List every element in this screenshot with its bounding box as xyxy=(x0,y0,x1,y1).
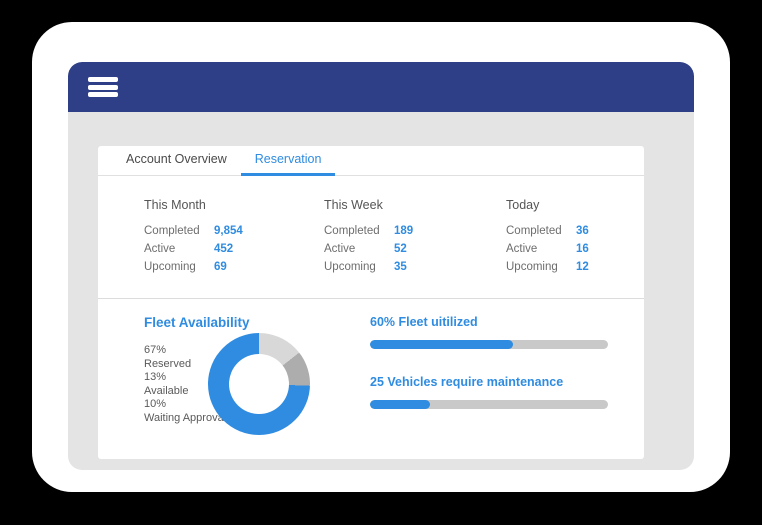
stat-label: Active xyxy=(506,243,538,255)
menu-line xyxy=(88,77,118,82)
tab-reservation[interactable]: Reservation xyxy=(240,152,336,176)
fleet-donut-chart xyxy=(208,333,310,435)
app-screen: Account Overview Reservation This Month … xyxy=(68,62,694,470)
stat-group-title: Today xyxy=(506,198,540,212)
stat-value: 9,854 xyxy=(214,225,243,237)
progress-block-fleet-utilized: 60% Fleet uitilized xyxy=(370,315,608,349)
fleet-availability-section: Fleet Availability 67% Reserved 13% Avai… xyxy=(98,299,644,435)
progress-label: 60% Fleet uitilized xyxy=(370,315,478,329)
progress-label: 25 Vehicles require maintenance xyxy=(370,375,564,389)
stat-label: Completed xyxy=(144,225,200,237)
stats-row: This Month Completed 9,854 Active 452 Up… xyxy=(98,176,644,299)
stat-value: 16 xyxy=(576,243,589,255)
stat-label: Upcoming xyxy=(144,261,196,273)
donut-center-hole xyxy=(229,354,289,414)
stat-group-title: This Week xyxy=(324,198,383,212)
stat-row: Upcoming 12 xyxy=(506,261,644,273)
progress-fill-maintenance xyxy=(370,400,430,409)
progress-fill-utilized xyxy=(370,340,513,349)
stat-row: Upcoming 35 xyxy=(324,261,462,273)
tab-bar: Account Overview Reservation xyxy=(98,146,644,176)
stat-row: Upcoming 69 xyxy=(144,261,280,273)
fleet-availability-title: Fleet Availability xyxy=(144,315,250,330)
stat-row: Completed 189 xyxy=(324,225,462,237)
stat-label: Completed xyxy=(324,225,380,237)
stat-row: Active 452 xyxy=(144,243,280,255)
stat-label: Upcoming xyxy=(506,261,558,273)
stat-row: Active 16 xyxy=(506,243,644,255)
menu-line xyxy=(88,84,118,90)
stat-label: Active xyxy=(324,243,356,255)
stat-value: 189 xyxy=(394,225,414,237)
stat-value: 69 xyxy=(214,261,227,273)
stat-row: Completed 9,854 xyxy=(144,225,280,237)
dashboard-card: Account Overview Reservation This Month … xyxy=(98,146,644,459)
hamburger-menu-icon[interactable] xyxy=(88,75,118,99)
stat-label: Active xyxy=(144,243,176,255)
stat-label: Upcoming xyxy=(324,261,376,273)
stat-group-this-month: This Month Completed 9,854 Active 452 Up… xyxy=(98,198,280,298)
app-header-bar xyxy=(68,62,694,112)
stat-row: Active 52 xyxy=(324,243,462,255)
fleet-metrics-panel: 60% Fleet uitilized 25 Vehicles require … xyxy=(358,315,644,435)
fleet-chart-panel: Fleet Availability 67% Reserved 13% Avai… xyxy=(98,315,358,435)
stat-value: 35 xyxy=(394,261,407,273)
progress-track xyxy=(370,400,608,409)
progress-block-maintenance: 25 Vehicles require maintenance xyxy=(370,375,608,409)
tab-account-overview[interactable]: Account Overview xyxy=(112,152,241,176)
stat-group-today: Today Completed 36 Active 16 Upcoming 12 xyxy=(462,198,644,298)
stat-value: 12 xyxy=(576,261,589,273)
stat-value: 452 xyxy=(214,243,234,255)
stat-value: 52 xyxy=(394,243,407,255)
stat-group-this-week: This Week Completed 189 Active 52 Upcomi… xyxy=(280,198,462,298)
stat-value: 36 xyxy=(576,225,589,237)
device-frame: Account Overview Reservation This Month … xyxy=(32,22,730,492)
stat-row: Completed 36 xyxy=(506,225,644,237)
stat-group-title: This Month xyxy=(144,198,206,212)
progress-track xyxy=(370,340,608,349)
menu-line xyxy=(88,92,118,97)
stat-label: Completed xyxy=(506,225,562,237)
